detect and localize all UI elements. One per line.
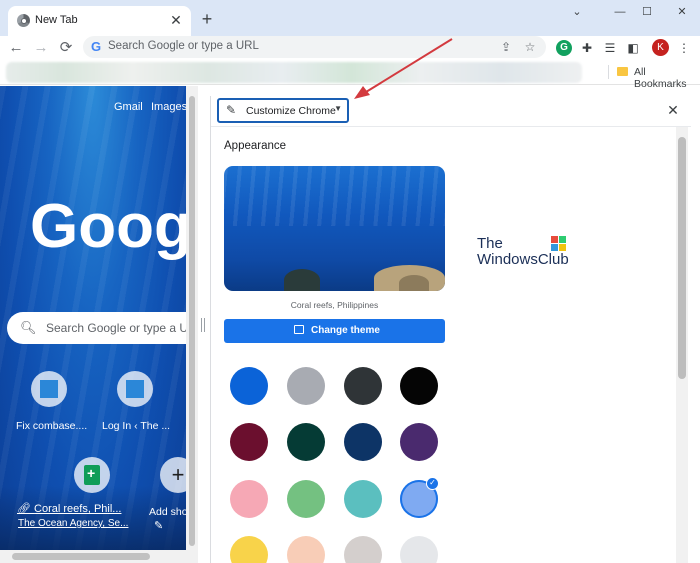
water-ripples [224, 166, 445, 226]
maximize-button[interactable]: ☐ [636, 3, 658, 21]
color-swatch[interactable] [230, 367, 268, 405]
side-panel-resize-handle[interactable] [201, 318, 205, 332]
chrome-favicon-icon [17, 14, 30, 27]
shortcut-icon-circle [117, 371, 153, 407]
google-g-icon: G [91, 39, 102, 54]
color-swatch[interactable] [230, 480, 268, 518]
checkmark-icon: ✓ [426, 477, 439, 490]
image-icon [294, 325, 304, 334]
color-swatch[interactable] [344, 423, 382, 461]
new-tab-page: Gmail Images Goog 🔍︎ Search Google or ty… [0, 86, 186, 550]
grammarly-extension-icon[interactable]: G [556, 40, 572, 56]
panel-vertical-scrollbar[interactable] [676, 127, 688, 563]
background-attribution-subtitle[interactable]: The Ocean Agency, Se... [18, 518, 128, 529]
tab-new-tab[interactable]: New Tab ✕ [8, 6, 191, 36]
browser-toolbar: ← → ⟳ G Search Google or type a URL ⇪ ☆ … [0, 36, 700, 60]
address-bar-placeholder: Search Google or type a URL [108, 40, 259, 52]
windows-icon [40, 380, 58, 398]
windows-logo-icon [551, 236, 567, 252]
ntp-search-placeholder: Search Google or type a U [46, 321, 186, 335]
background-attribution-title[interactable]: 🔗︎ Coral reefs, Phil... [17, 502, 121, 515]
extensions-puzzle-icon[interactable]: ✚ [577, 38, 597, 58]
all-bookmarks-button[interactable]: All Bookmarks [634, 66, 700, 90]
side-panel-close-button[interactable]: ✕ [665, 102, 681, 118]
bookmarks-separator [608, 65, 609, 79]
page-vertical-scrollbar[interactable] [186, 86, 198, 550]
color-swatch[interactable] [400, 367, 438, 405]
change-theme-label: Change theme [311, 325, 380, 336]
side-panel-selector-label: Customize Chrome [246, 105, 336, 117]
caret-down-icon: ▼ [334, 104, 342, 113]
minimize-button[interactable]: — [609, 3, 631, 21]
forward-button[interactable]: → [31, 38, 51, 58]
window-close-button[interactable]: ✕ [671, 3, 693, 21]
share-icon[interactable]: ⇪ [497, 38, 515, 56]
new-tab-button[interactable]: + [197, 9, 217, 29]
color-swatch[interactable] [344, 367, 382, 405]
title-bar: New Tab ✕ + ⌄ — ☐ ✕ [0, 0, 700, 36]
color-swatch[interactable]: ✓ [400, 477, 439, 518]
pencil-edit-icon[interactable]: ✎ [154, 519, 163, 532]
color-swatch[interactable] [400, 423, 438, 461]
google-logo: Goog [30, 192, 186, 261]
bookmarks-bar: All Bookmarks [0, 60, 700, 90]
windows-icon [126, 380, 144, 398]
attribution-title-text: Coral reefs, Phil... [34, 503, 122, 515]
color-swatch[interactable] [287, 423, 325, 461]
profile-avatar[interactable]: K [652, 39, 669, 56]
chrome-menu-icon[interactable]: ⋮ [674, 38, 694, 58]
color-swatch[interactable] [230, 536, 268, 563]
scrollbar-thumb[interactable] [12, 553, 150, 560]
watermark-line-2: WindowsClub [477, 251, 569, 268]
theme-caption: Coral reefs, Philippines [290, 300, 379, 310]
tab-close-icon[interactable]: ✕ [168, 12, 184, 28]
change-theme-button[interactable]: Change theme [224, 319, 445, 343]
folder-icon [617, 67, 628, 76]
side-panel-icon[interactable]: ◧ [623, 38, 643, 58]
reef-coral [399, 275, 429, 291]
color-swatch[interactable] [230, 423, 268, 461]
color-swatch[interactable] [344, 480, 382, 518]
shortcut-icon-circle: + [160, 457, 186, 493]
side-panel-selector[interactable]: ✎ Customize Chrome ▼ [217, 98, 349, 123]
blurred-bookmarks [6, 62, 582, 83]
ntp-search-box[interactable]: 🔍︎ Search Google or type a U [7, 312, 186, 344]
shortcut-label: Fix combase.... [16, 420, 88, 432]
appearance-heading: Appearance [224, 140, 287, 152]
tab-search-icon[interactable]: ⌄ [566, 3, 588, 21]
reload-button[interactable]: ⟳ [56, 38, 76, 58]
plus-icon: + [171, 462, 185, 487]
shortcut-icon-circle [74, 457, 110, 493]
tab-title: New Tab [35, 14, 78, 26]
shortcut-icon-circle [31, 371, 67, 407]
back-button[interactable]: ← [6, 38, 26, 58]
sheets-icon [84, 465, 100, 485]
color-swatch[interactable] [287, 536, 325, 563]
link-icon: 🔗︎ [17, 503, 35, 515]
scrollbar-thumb[interactable] [678, 137, 686, 379]
color-swatch[interactable] [344, 536, 382, 563]
color-swatch[interactable] [287, 480, 325, 518]
color-swatch[interactable] [400, 536, 438, 563]
gmail-link[interactable]: Gmail [114, 101, 143, 113]
pencil-icon: ✎ [226, 103, 237, 117]
customize-chrome-side-panel: ✎ Customize Chrome ▼ ✕ Appearance Coral … [210, 96, 691, 563]
reading-list-icon[interactable]: ☰ [600, 38, 620, 58]
divider [211, 126, 691, 127]
address-bar[interactable]: G Search Google or type a URL ⇪ ☆ [83, 36, 546, 58]
search-icon: 🔍︎ [20, 320, 37, 335]
reef-rock [284, 269, 320, 291]
shortcut-label: Log In ‹ The ... [102, 420, 171, 432]
color-swatch[interactable] [287, 367, 325, 405]
images-link[interactable]: Images [151, 101, 186, 113]
bookmark-star-icon[interactable]: ☆ [521, 38, 539, 56]
theme-preview-image [224, 166, 445, 291]
page-horizontal-scrollbar[interactable] [0, 550, 198, 563]
shortcut-label: Add sho [149, 506, 186, 518]
scrollbar-thumb[interactable] [189, 96, 195, 546]
